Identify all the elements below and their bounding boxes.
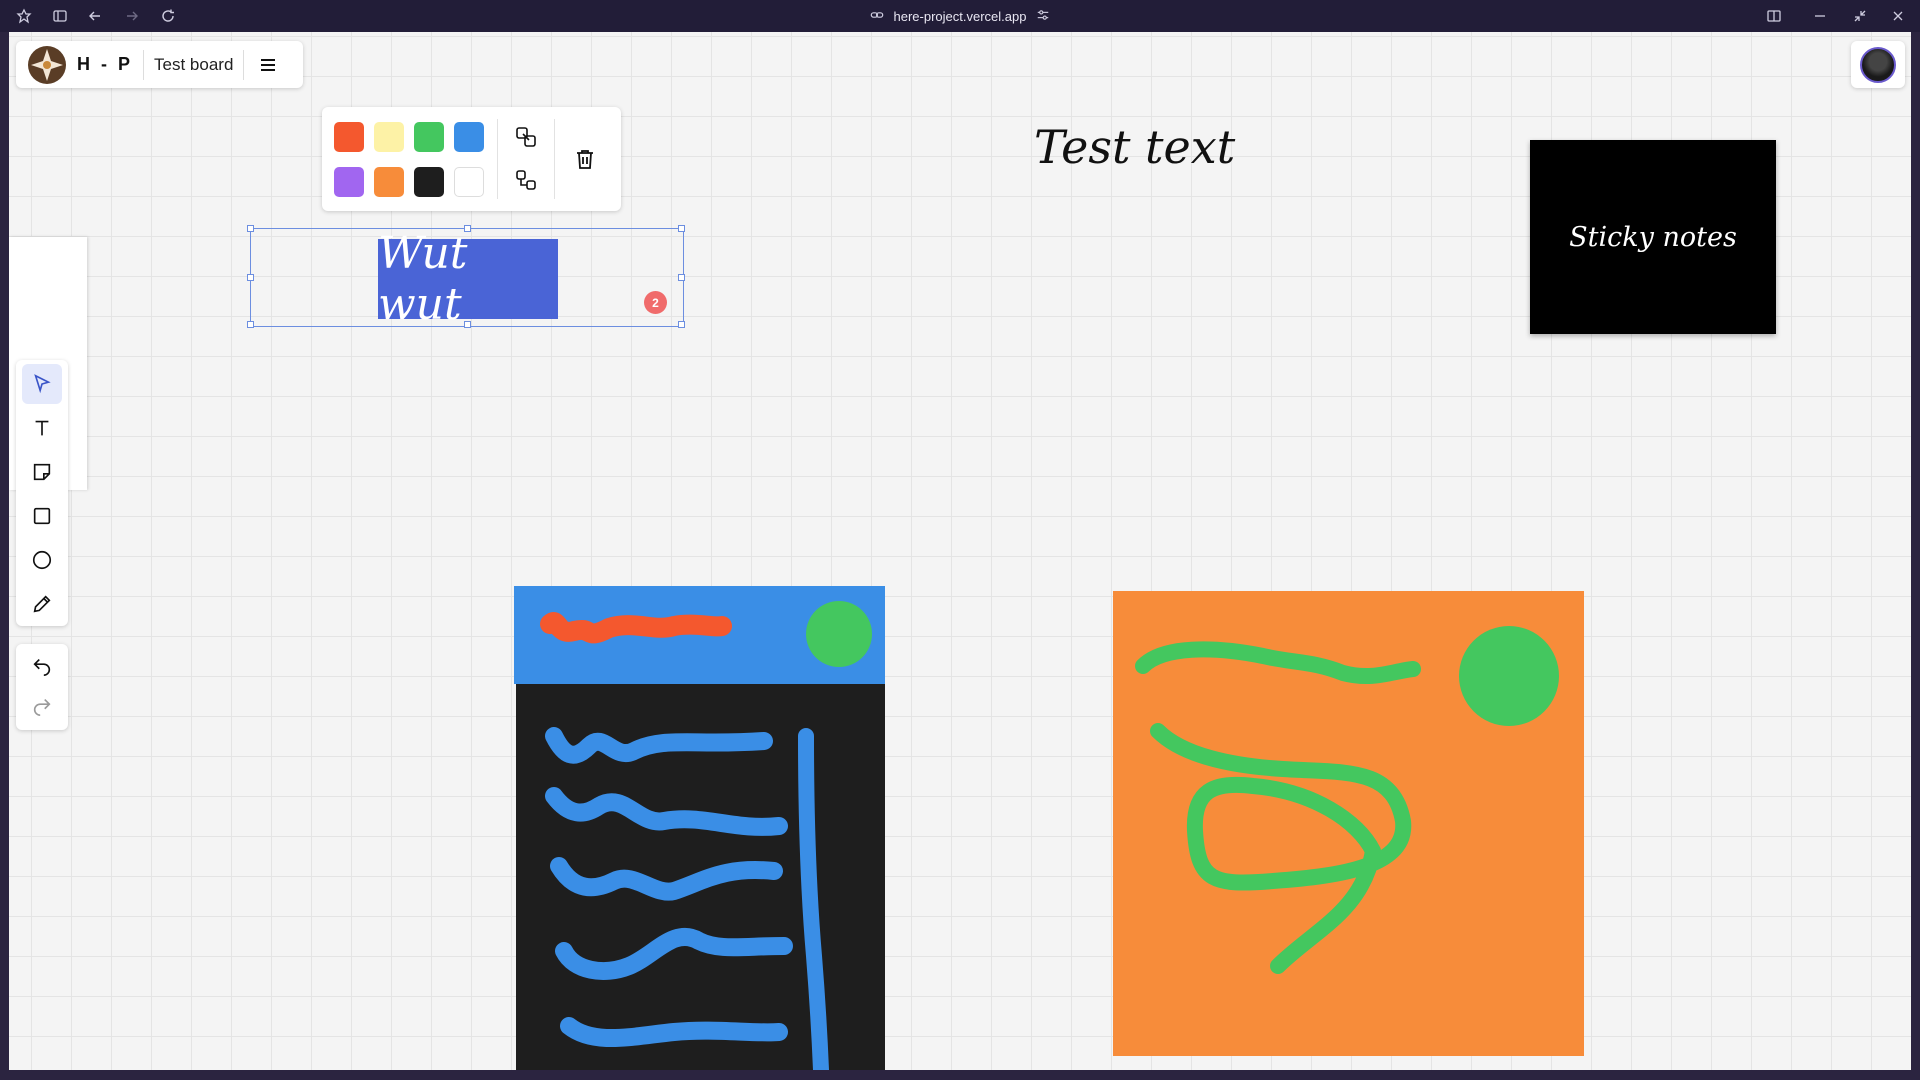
board-header: H - P Test board: [16, 41, 303, 88]
resize-handle[interactable]: [247, 225, 254, 232]
history-bar: [16, 644, 68, 730]
color-swatch-white[interactable]: [454, 167, 484, 197]
bring-to-front-icon: [516, 127, 536, 147]
drawing-panel-dark[interactable]: [514, 586, 885, 1070]
split-view-icon[interactable]: [1764, 6, 1784, 26]
circle-icon: [32, 550, 52, 570]
site-settings-icon[interactable]: [1036, 8, 1050, 25]
tool-bar: [16, 360, 68, 626]
redo-icon: [33, 698, 51, 716]
divider: [497, 119, 498, 199]
resize-handle[interactable]: [247, 274, 254, 281]
back-icon[interactable]: [85, 6, 105, 26]
redo-button[interactable]: [22, 686, 62, 726]
color-palette: [322, 107, 621, 211]
green-circle-shape: [806, 601, 872, 667]
select-tool[interactable]: [22, 364, 62, 404]
color-swatch-blue[interactable]: [454, 122, 484, 152]
text-icon: [35, 420, 49, 436]
green-circle-shape: [1459, 626, 1559, 726]
undo-button[interactable]: [22, 646, 62, 686]
canvas-text-selected[interactable]: Wut wut: [378, 228, 558, 330]
red-scribble-stroke: [540, 612, 732, 644]
user-menu[interactable]: [1851, 41, 1905, 88]
drawing-panel-orange[interactable]: [1113, 591, 1584, 1056]
rectangle-tool[interactable]: [22, 496, 62, 536]
drawing-strokes: [514, 586, 885, 1070]
resize-handle[interactable]: [678, 274, 685, 281]
forward-icon[interactable]: [122, 6, 142, 26]
url-text[interactable]: here-project.vercel.app: [894, 9, 1027, 24]
pencil-tool[interactable]: [22, 584, 62, 624]
divider: [143, 49, 145, 80]
reload-icon[interactable]: [158, 6, 178, 26]
color-swatch-yellow[interactable]: [374, 122, 404, 152]
trash-icon: [577, 150, 593, 169]
hamburger-icon: [261, 58, 276, 71]
app-logo-icon[interactable]: [27, 45, 67, 85]
divider: [243, 49, 245, 80]
drawing-strokes: [1113, 591, 1584, 1056]
link-icon: [870, 8, 884, 25]
delete-button[interactable]: [570, 144, 600, 174]
color-swatch-black[interactable]: [414, 167, 444, 197]
text-tool[interactable]: [22, 408, 62, 448]
undo-icon: [33, 658, 51, 676]
send-to-back-icon: [516, 170, 536, 190]
resize-handle[interactable]: [678, 225, 685, 232]
color-swatch-green[interactable]: [414, 122, 444, 152]
cursor-icon: [34, 374, 51, 394]
sidebar-toggle-icon[interactable]: [50, 6, 70, 26]
square-icon: [33, 507, 51, 525]
resize-handle[interactable]: [678, 321, 685, 328]
menu-button[interactable]: [254, 51, 282, 79]
restore-icon[interactable]: [1850, 6, 1870, 26]
color-swatch-purple[interactable]: [334, 167, 364, 197]
color-swatch-red[interactable]: [334, 122, 364, 152]
divider: [554, 119, 555, 199]
bring-to-front-button[interactable]: [511, 122, 541, 152]
app-logo-icon[interactable]: [14, 6, 34, 26]
window-titlebar: here-project.vercel.app: [0, 0, 1920, 32]
avatar[interactable]: [1860, 46, 1896, 83]
minimize-icon[interactable]: [1810, 6, 1830, 26]
sticky-note-icon: [33, 463, 51, 481]
color-swatch-orange[interactable]: [374, 167, 404, 197]
canvas-text[interactable]: Test text: [1034, 120, 1235, 174]
pencil-icon: [33, 595, 51, 613]
ellipse-tool[interactable]: [22, 540, 62, 580]
whiteboard-canvas[interactable]: H - P Test board Wut wut 2 Test text Sti…: [9, 32, 1911, 1070]
board-title[interactable]: Test board: [154, 55, 233, 75]
send-to-back-button[interactable]: [511, 165, 541, 195]
sticky-note-tool[interactable]: [22, 452, 62, 492]
collaborator-count-badge: 2: [644, 291, 667, 314]
sticky-note[interactable]: Sticky notes: [1530, 140, 1776, 334]
brand-name: H - P: [77, 54, 134, 74]
resize-handle[interactable]: [247, 321, 254, 328]
close-icon[interactable]: [1888, 6, 1908, 26]
